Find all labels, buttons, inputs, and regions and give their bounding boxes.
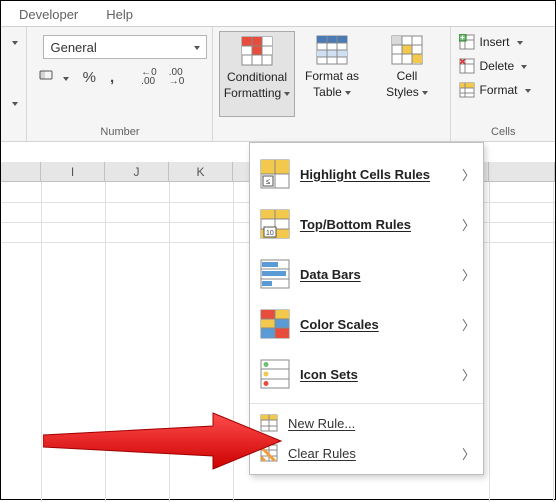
menu-label: Data Bars [300,267,452,282]
svg-text:10: 10 [266,230,274,237]
cf-label-1: Conditional [227,70,287,84]
number-format-value: General [50,40,96,55]
group-cells: Insert Delete Format Cells [451,27,555,141]
insert-button[interactable]: Insert [457,31,549,53]
group-number: General % , ←0.00 .00→0 Number [27,27,213,141]
cs-label-1: Cell [397,69,418,83]
clear-rules-icon [260,444,278,462]
menu-label: Color Scales [300,317,452,332]
format-button[interactable]: Format [457,79,549,101]
insert-label: Insert [479,35,509,49]
ribbon: General % , ←0.00 .00→0 Number [1,27,555,142]
chevron-down-icon [191,40,200,55]
menu-label: New Rule... [288,416,475,431]
cs-label-2: Styles [386,85,428,99]
conditional-formatting-icon [241,36,273,66]
highlight-rules-icon: ≤ [260,159,290,189]
top-bottom-icon: 10 [260,209,290,239]
delete-button[interactable]: Delete [457,55,549,77]
insert-icon [459,34,475,50]
group-label-number: Number [33,124,206,139]
menu-highlight-cells-rules[interactable]: ≤ Highlight Cells Rules 〉 [250,149,483,199]
stub-dropdown-2[interactable] [3,98,24,110]
chevron-right-icon: 〉 [462,315,475,334]
group-label-cells: Cells [457,124,549,139]
cell-styles-icon [391,35,423,65]
cf-label-2: Formatting [224,86,290,100]
menu-label: Top/Bottom Rules [300,217,452,232]
format-as-table-button[interactable]: Format as Table [295,31,370,117]
svg-text:≤: ≤ [266,177,271,186]
fat-label-1: Format as [305,69,359,83]
color-scales-icon [260,309,290,339]
group-styles: Conditional Formatting Format as Table [213,27,451,141]
conditional-formatting-menu: ≤ Highlight Cells Rules 〉 10 Top/Bottom … [249,142,484,475]
chevron-right-icon: 〉 [462,165,475,184]
delete-label: Delete [479,59,514,73]
menu-top-bottom-rules[interactable]: 10 Top/Bottom Rules 〉 [250,199,483,249]
new-rule-icon [260,414,278,432]
menu-clear-rules[interactable]: Clear Rules 〉 [250,438,483,468]
chevron-right-icon: 〉 [462,265,475,284]
chevron-right-icon: 〉 [462,365,475,384]
chevron-down-icon [522,83,531,97]
menu-label: Highlight Cells Rules [300,167,452,182]
col-head[interactable]: J [105,162,169,181]
comma-button[interactable]: , [106,67,118,88]
percent-button[interactable]: % [79,67,100,88]
conditional-formatting-button[interactable]: Conditional Formatting [219,31,294,117]
number-format-select[interactable]: General [43,35,207,59]
chevron-down-icon [518,59,527,73]
decrease-decimal-button[interactable]: .00→0 [166,66,188,88]
chevron-down-icon [514,35,523,49]
group-stub [1,27,27,141]
menu-separator [250,403,483,404]
tab-help[interactable]: Help [106,7,133,26]
format-label: Format [479,83,517,97]
tab-developer[interactable]: Developer [19,7,78,26]
chevron-right-icon: 〉 [462,215,475,234]
tab-bar: Developer Help [1,1,555,27]
menu-color-scales[interactable]: Color Scales 〉 [250,299,483,349]
col-head-blank[interactable] [1,162,41,181]
menu-label: Icon Sets [300,367,452,382]
fat-label-2: Table [313,85,351,99]
menu-label: Clear Rules [288,446,452,461]
format-as-table-icon [316,35,348,65]
increase-decimal-button[interactable]: ←0.00 [138,66,160,88]
stub-dropdown-1[interactable] [3,37,24,49]
cell-styles-button[interactable]: Cell Styles [369,31,444,117]
col-head-blank[interactable] [489,162,555,181]
menu-new-rule[interactable]: New Rule... [250,408,483,438]
data-bars-icon [260,259,290,289]
menu-data-bars[interactable]: Data Bars 〉 [250,249,483,299]
currency-icon [39,67,55,83]
format-icon [459,82,475,98]
delete-icon [459,58,475,74]
col-head[interactable]: I [41,162,105,181]
icon-sets-icon [260,359,290,389]
menu-icon-sets[interactable]: Icon Sets 〉 [250,349,483,399]
currency-dropdown[interactable] [35,65,72,89]
chevron-right-icon: 〉 [462,444,475,463]
col-head[interactable]: K [169,162,233,181]
